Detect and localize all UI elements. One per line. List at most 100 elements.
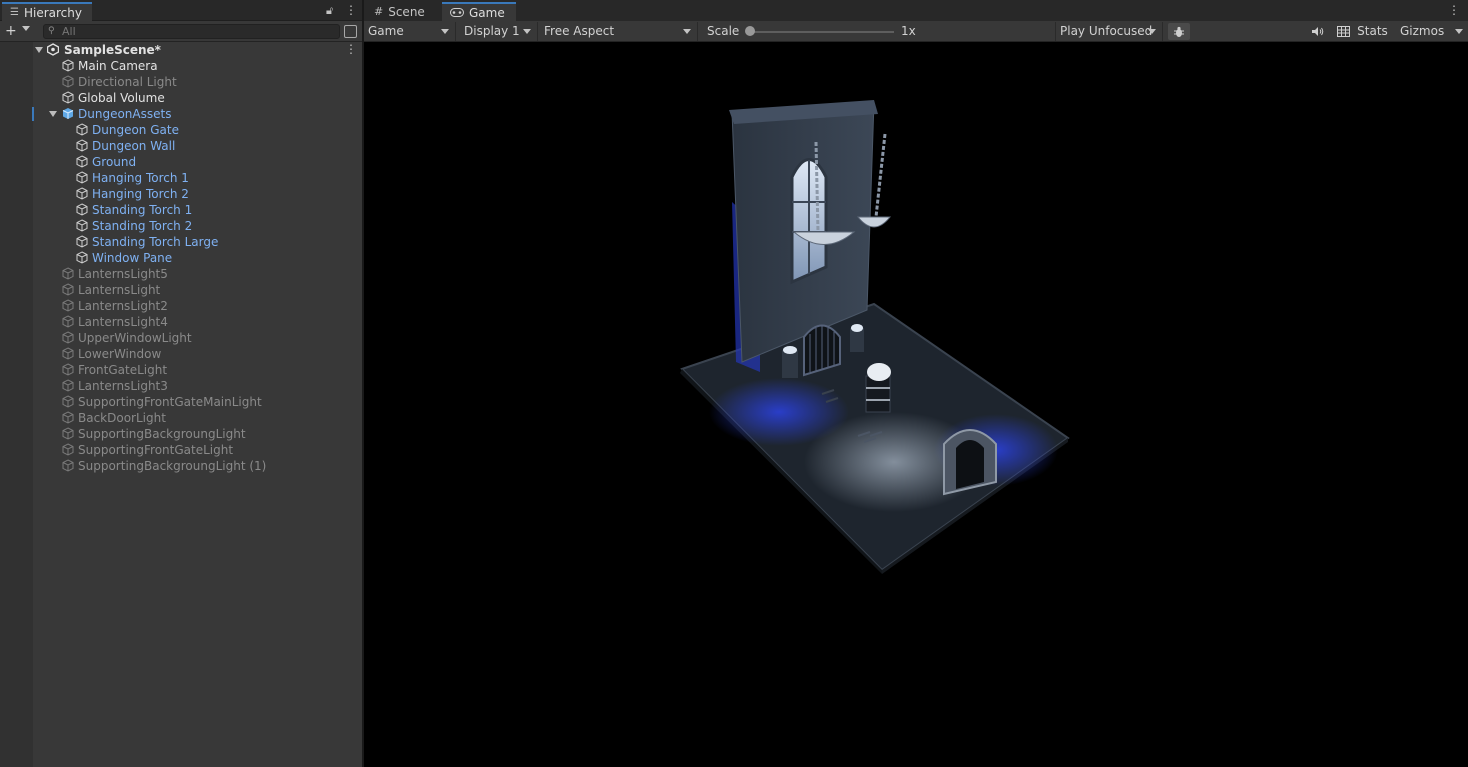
tree-item-lanternslight[interactable]: LanternsLight xyxy=(0,282,362,298)
add-button[interactable]: + xyxy=(5,23,17,39)
tree-item-lanternslight2[interactable]: LanternsLight2 xyxy=(0,298,362,314)
gizmos-button[interactable]: Gizmos xyxy=(1396,22,1468,41)
tree-item-dungeon-assets[interactable]: DungeonAssets xyxy=(0,106,362,122)
search-options-icon[interactable] xyxy=(344,25,357,38)
tree-item-backdoorlight[interactable]: BackDoorLight xyxy=(0,410,362,426)
tree-item-lanternslight4[interactable]: LanternsLight4 xyxy=(0,314,362,330)
tree-item-hanging-torch-1[interactable]: Hanging Torch 1 xyxy=(0,170,362,186)
bug-icon xyxy=(1174,26,1184,37)
more-options-icon[interactable]: ⋮ xyxy=(345,3,357,17)
tree-item-lowerwindow[interactable]: LowerWindow xyxy=(0,346,362,362)
hierarchy-toolbar: + ⚲ xyxy=(0,21,362,42)
game-viewport[interactable] xyxy=(364,42,1468,767)
tree-item-label: BackDoorLight xyxy=(78,411,166,425)
stats-button[interactable]: Stats xyxy=(1356,22,1389,41)
scene-row[interactable]: SampleScene* ⋮ xyxy=(0,42,362,58)
gameobject-cube-icon xyxy=(76,235,88,248)
tree-item-dungeon-gate[interactable]: Dungeon Gate xyxy=(0,122,362,138)
gameobject-cube-icon xyxy=(62,459,74,472)
tree-item-label: LanternsLight2 xyxy=(78,299,168,313)
tree-item-main-camera[interactable]: Main Camera xyxy=(0,58,362,74)
gameobject-cube-icon xyxy=(76,251,88,264)
search-input[interactable] xyxy=(43,24,340,39)
gizmos-label: Gizmos xyxy=(1400,24,1445,38)
view-mode-value: Game xyxy=(368,24,404,38)
tab-scene[interactable]: # Scene xyxy=(366,2,436,21)
tree-item-label: DungeonAssets xyxy=(78,107,172,121)
tree-item-lanternslight5[interactable]: LanternsLight5 xyxy=(0,266,362,282)
tab-game[interactable]: Game xyxy=(442,2,516,21)
play-mode-dropdown[interactable]: Play Unfocused xyxy=(1055,22,1163,41)
speaker-icon xyxy=(1311,27,1323,36)
gameobject-cube-icon xyxy=(76,187,88,200)
selection-indicator xyxy=(32,107,34,121)
gameobject-cube-icon xyxy=(62,91,74,104)
scale-slider-handle[interactable] xyxy=(745,26,755,36)
tree-item-label: LowerWindow xyxy=(78,347,162,361)
grid-hash-icon: # xyxy=(374,5,384,18)
scene-more-icon[interactable]: ⋮ xyxy=(345,42,357,56)
lock-icon[interactable]: 🔓︎ xyxy=(326,4,333,18)
scene-name: SampleScene* xyxy=(64,43,161,57)
tree-item-directional-light[interactable]: Directional Light xyxy=(0,74,362,90)
tree-item-label: UpperWindowLight xyxy=(78,331,192,345)
tab-scene-label: Scene xyxy=(388,4,425,19)
tree-item-standing-torch-1[interactable]: Standing Torch 1 xyxy=(0,202,362,218)
fold-arrow-icon[interactable] xyxy=(49,111,57,117)
play-mode-value: Play Unfocused xyxy=(1060,24,1153,38)
tab-hierarchy[interactable]: ☰ Hierarchy xyxy=(2,2,92,21)
more-options-icon[interactable]: ⋮ xyxy=(1448,3,1460,17)
chevron-down-icon xyxy=(523,29,531,34)
tree-item-label: Window Pane xyxy=(92,251,173,265)
chevron-down-icon[interactable] xyxy=(1455,29,1463,34)
tree-item-label: SupportingFrontGateLight xyxy=(78,443,234,457)
display-dropdown[interactable]: Display 1 xyxy=(460,22,538,41)
gameobject-cube-icon xyxy=(62,331,74,344)
gameobject-cube-icon xyxy=(76,139,88,152)
tree-item-frontgatelight[interactable]: FrontGateLight xyxy=(0,362,362,378)
tree-item-supportingbackgrounglight[interactable]: SupportingBackgroungLight xyxy=(0,426,362,442)
hierarchy-tab-bar: ☰ Hierarchy 🔓︎ ⋮ xyxy=(0,0,362,21)
aspect-dropdown[interactable]: Free Aspect xyxy=(540,22,698,41)
gameobject-cube-icon xyxy=(62,411,74,424)
tree-item-window-pane[interactable]: Window Pane xyxy=(0,250,362,266)
gameobject-cube-icon xyxy=(76,171,88,184)
tree-item-lanternslight3[interactable]: LanternsLight3 xyxy=(0,378,362,394)
tree-item-ground[interactable]: Ground xyxy=(0,154,362,170)
gameobject-cube-icon xyxy=(62,283,74,296)
scale-slider-track[interactable] xyxy=(749,31,894,33)
tree-item-label: LanternsLight xyxy=(78,283,161,297)
gameobject-cube-icon xyxy=(62,267,74,280)
gameobject-cube-icon xyxy=(62,427,74,440)
debug-button[interactable] xyxy=(1168,23,1190,40)
grid-icon xyxy=(1336,26,1350,37)
tree-item-standing-torch-2[interactable]: Standing Torch 2 xyxy=(0,218,362,234)
chevron-down-icon xyxy=(683,29,691,34)
tree-item-supportingfrontgatemainlight[interactable]: SupportingFrontGateMainLight xyxy=(0,394,362,410)
tree-item-supportingbackgrounglight-1[interactable]: SupportingBackgroungLight (1) xyxy=(0,458,362,474)
display-grid-button[interactable] xyxy=(1332,23,1354,40)
aspect-value: Free Aspect xyxy=(544,24,615,38)
tree-item-global-volume[interactable]: Global Volume xyxy=(0,90,362,106)
gameobject-cube-icon xyxy=(62,347,74,360)
chevron-down-icon[interactable] xyxy=(22,26,30,31)
dungeon-scene-render xyxy=(680,100,1070,574)
tree-item-upperwindowlight[interactable]: UpperWindowLight xyxy=(0,330,362,346)
tree-item-standing-torch-large[interactable]: Standing Torch Large xyxy=(0,234,362,250)
gameobject-cube-icon xyxy=(62,395,74,408)
mute-audio-button[interactable] xyxy=(1306,23,1328,40)
chevron-down-icon xyxy=(1148,29,1156,34)
tree-item-label: LanternsLight3 xyxy=(78,379,168,393)
gameobject-cube-icon xyxy=(76,219,88,232)
tree-item-label: SupportingBackgroungLight xyxy=(78,427,246,441)
tree-item-dungeon-wall[interactable]: Dungeon Wall xyxy=(0,138,362,154)
tab-hierarchy-label: Hierarchy xyxy=(23,5,82,20)
fold-arrow-icon[interactable] xyxy=(35,47,43,53)
tree-item-hanging-torch-2[interactable]: Hanging Torch 2 xyxy=(0,186,362,202)
search-icon: ⚲ xyxy=(48,26,55,36)
tree-item-supportingfrontgatelight[interactable]: SupportingFrontGateLight xyxy=(0,442,362,458)
view-mode-dropdown[interactable]: Game xyxy=(364,22,456,41)
gamepad-icon xyxy=(450,8,464,17)
tree-item-label: Standing Torch 2 xyxy=(92,219,193,233)
scale-label: Scale xyxy=(707,24,740,38)
